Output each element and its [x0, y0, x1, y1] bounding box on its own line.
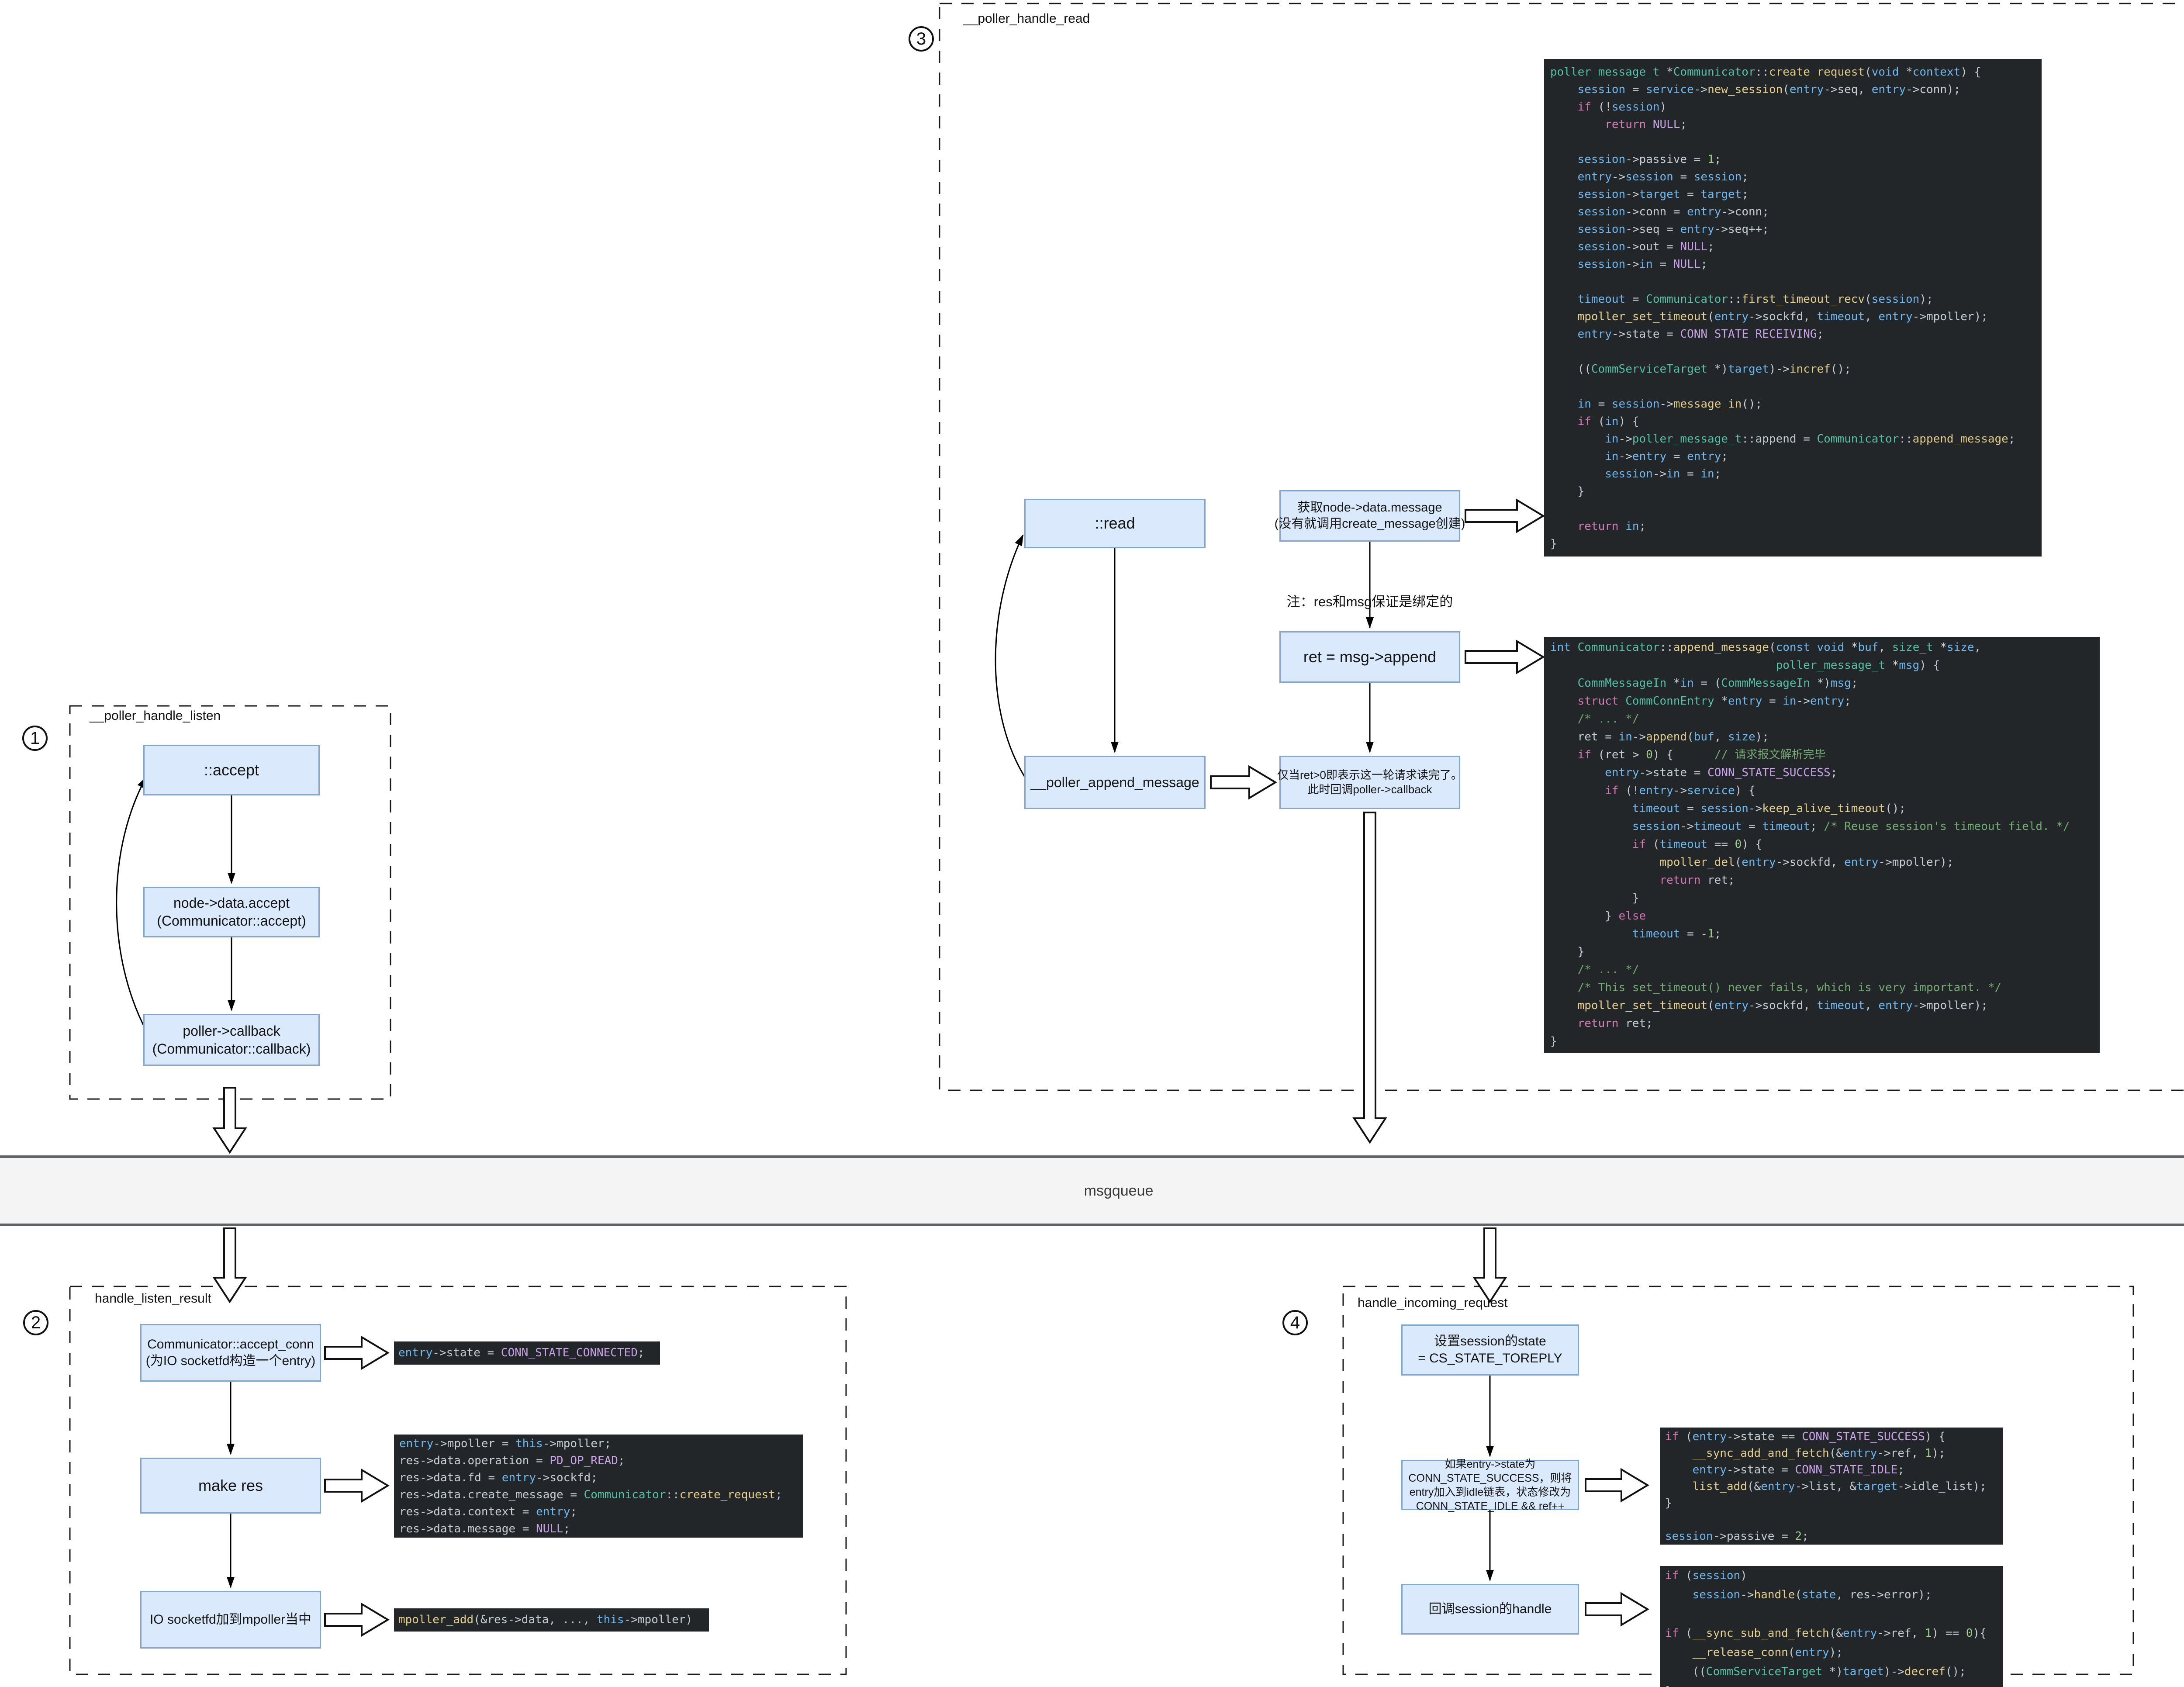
block-arrow-idlelist-to-code	[1586, 1469, 1648, 1501]
code-block-append-message: int Communicator::append_message(const v…	[1544, 637, 2100, 1053]
arrow-callback-loop-to-accept	[117, 778, 147, 1032]
flow-box-accept: ::accept	[143, 745, 320, 795]
flow-box-accept-conn: Communicator::accept_conn (为IO socketfd构…	[140, 1324, 321, 1382]
step-number-3: 3	[909, 26, 934, 52]
flow-box-data-accept: node->data.accept (Communicator::accept)	[143, 887, 320, 937]
flow-box-session-handle: 回调session的handle	[1401, 1584, 1579, 1635]
flow-box-set-session-state: 设置session的state = CS_STATE_TOREPLY	[1401, 1324, 1579, 1376]
step-number-1: 1	[22, 726, 48, 751]
flow-box-make-res: make res	[140, 1458, 321, 1514]
code-snippet-session-handle: if (session) session->handle(state, res-…	[1660, 1566, 2003, 1687]
msgqueue-bar: msgqueue	[0, 1155, 2184, 1226]
flow-box-poller-callback: poller->callback (Communicator::callback…	[143, 1014, 320, 1066]
flow-box-idle-list: 如果entry->state为 CONN_STATE_SUCCESS，则将 en…	[1401, 1460, 1579, 1510]
flow-box-get-message: 获取node->data.message (没有就调用create_messag…	[1279, 490, 1460, 542]
block-arrow-handle-to-code	[1586, 1594, 1648, 1625]
code-snippet-idle-add: if (entry->state == CONN_STATE_SUCCESS) …	[1660, 1428, 2003, 1545]
block-arrow-addmpoller-to-code	[325, 1604, 388, 1635]
block-arrow-makeres-to-code	[325, 1470, 388, 1501]
flow-box-ret-done: 仅当ret>0即表示这一轮请求读完了。 此时回调poller->callback	[1279, 756, 1460, 809]
block-arrow-msgqueue-to-section2	[214, 1228, 245, 1302]
code-block-create-request: poller_message_t *Communicator::create_r…	[1544, 59, 2042, 557]
block-arrow-pollerappend-to-retdone	[1211, 767, 1275, 798]
binding-note: 注：res和msg保证是绑定的	[1278, 591, 1462, 610]
code-snippet-make-res: entry->mpoller = this->mpoller;res->data…	[394, 1435, 803, 1538]
section1-title: __poller_handle_listen	[90, 709, 221, 723]
block-arrow-acceptconn-to-code	[325, 1337, 388, 1369]
arrow-pollerappend-loop-to-read	[995, 535, 1027, 781]
flow-box-msg-append: ret = msg->append	[1279, 631, 1460, 683]
diagram-canvas: msgqueue __poller_handle_listen __poller…	[0, 0, 2184, 1687]
section3-title: __poller_handle_read	[963, 11, 1090, 26]
section2-title: handle_listen_result	[95, 1291, 211, 1306]
block-arrow-getmessage-to-code	[1465, 500, 1543, 532]
block-arrow-msgqueue-to-section4	[1474, 1228, 1506, 1302]
block-arrow-append-to-code	[1465, 641, 1543, 673]
section4-title: handle_incoming_request	[1358, 1296, 1508, 1310]
block-arrow-section1-to-msgqueue	[214, 1088, 245, 1152]
step-number-4: 4	[1282, 1310, 1308, 1335]
msgqueue-label: msgqueue	[1084, 1182, 1154, 1200]
block-arrow-retdone-to-msgqueue	[1354, 812, 1386, 1142]
flow-box-poller-append-message: __poller_append_message	[1024, 756, 1206, 809]
flow-box-add-mpoller: IO socketfd加到mpoller当中	[140, 1591, 321, 1649]
code-snippet-conn-connected: entry->state = CONN_STATE_CONNECTED;	[394, 1341, 660, 1365]
step-number-2: 2	[23, 1310, 48, 1335]
flow-box-read: ::read	[1024, 499, 1206, 548]
code-snippet-mpoller-add: mpoller_add(&res->data, ..., this->mpoll…	[394, 1608, 709, 1632]
